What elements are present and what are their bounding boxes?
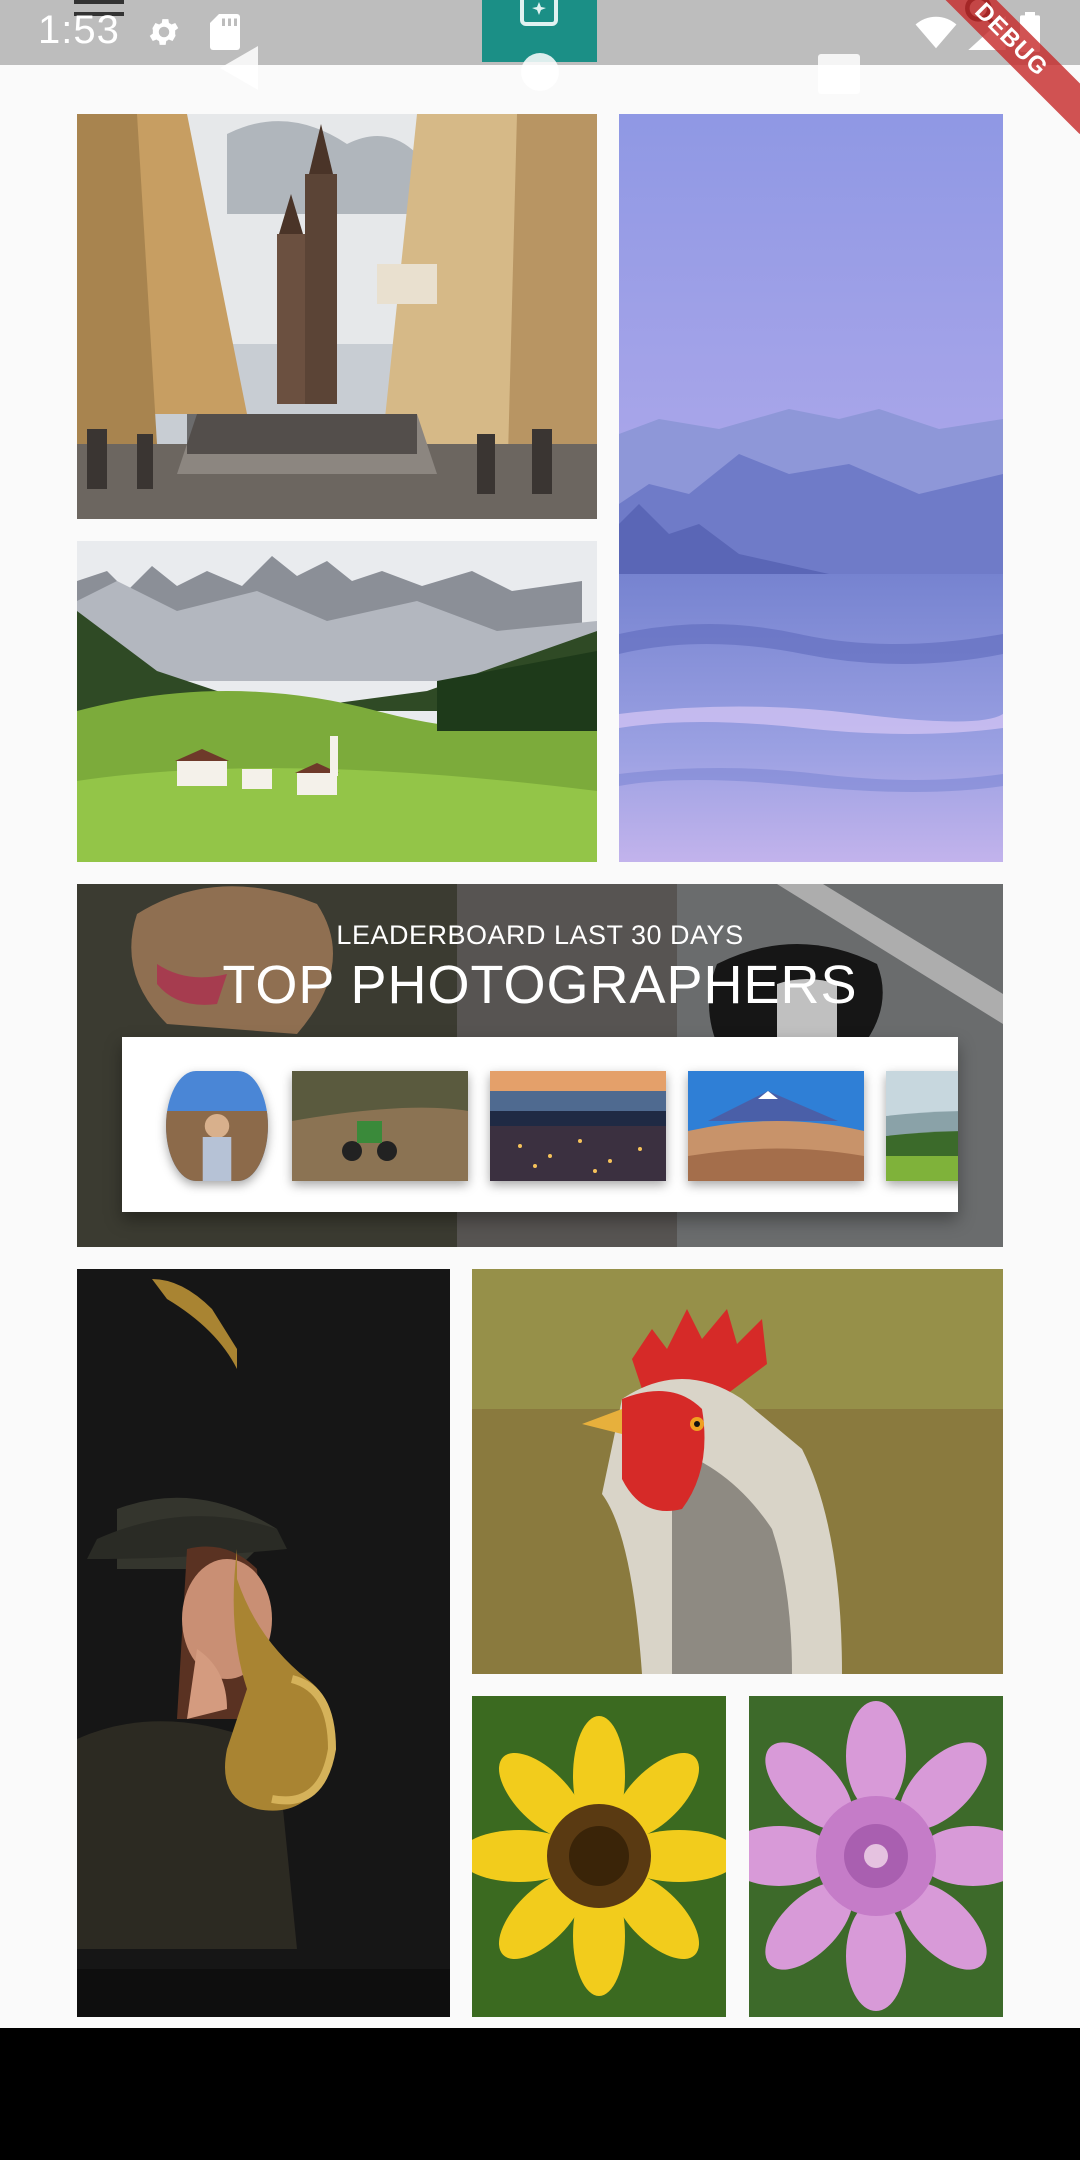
gear-icon xyxy=(146,14,182,55)
back-icon[interactable] xyxy=(218,44,260,97)
wifi-icon xyxy=(915,16,957,55)
dahlia-photo[interactable] xyxy=(749,1696,1003,2017)
city-street-photo[interactable] xyxy=(77,114,597,519)
photographer-night-city[interactable] xyxy=(490,1071,666,1181)
mountain-village-photo[interactable] xyxy=(77,541,597,862)
rooster-photo[interactable] xyxy=(472,1269,1003,1674)
photographer-meadow[interactable] xyxy=(886,1071,958,1181)
photographer-hiker[interactable] xyxy=(166,1071,268,1181)
sunflower-photo[interactable] xyxy=(472,1696,726,2017)
status-time: 1:53 xyxy=(38,8,120,52)
photographer-carousel[interactable] xyxy=(122,1037,958,1212)
saxophone-portrait-photo[interactable] xyxy=(77,1269,450,2017)
leaderboard-title: TOP PHOTOGRAPHERS xyxy=(222,955,858,1015)
leaderboard-subtitle: LEADERBOARD LAST 30 DAYS xyxy=(336,920,744,950)
photographer-motocross[interactable] xyxy=(292,1071,468,1181)
leaderboard-banner[interactable]: LEADERBOARD LAST 30 DAYS TOP PHOTOGRAPHE… xyxy=(77,884,1003,1247)
misty-lake-photo[interactable] xyxy=(619,114,1003,862)
recents-icon[interactable] xyxy=(818,54,860,99)
navigation-bar xyxy=(0,2028,1080,2160)
photographer-volcano[interactable] xyxy=(688,1071,864,1181)
home-icon[interactable] xyxy=(520,52,560,97)
